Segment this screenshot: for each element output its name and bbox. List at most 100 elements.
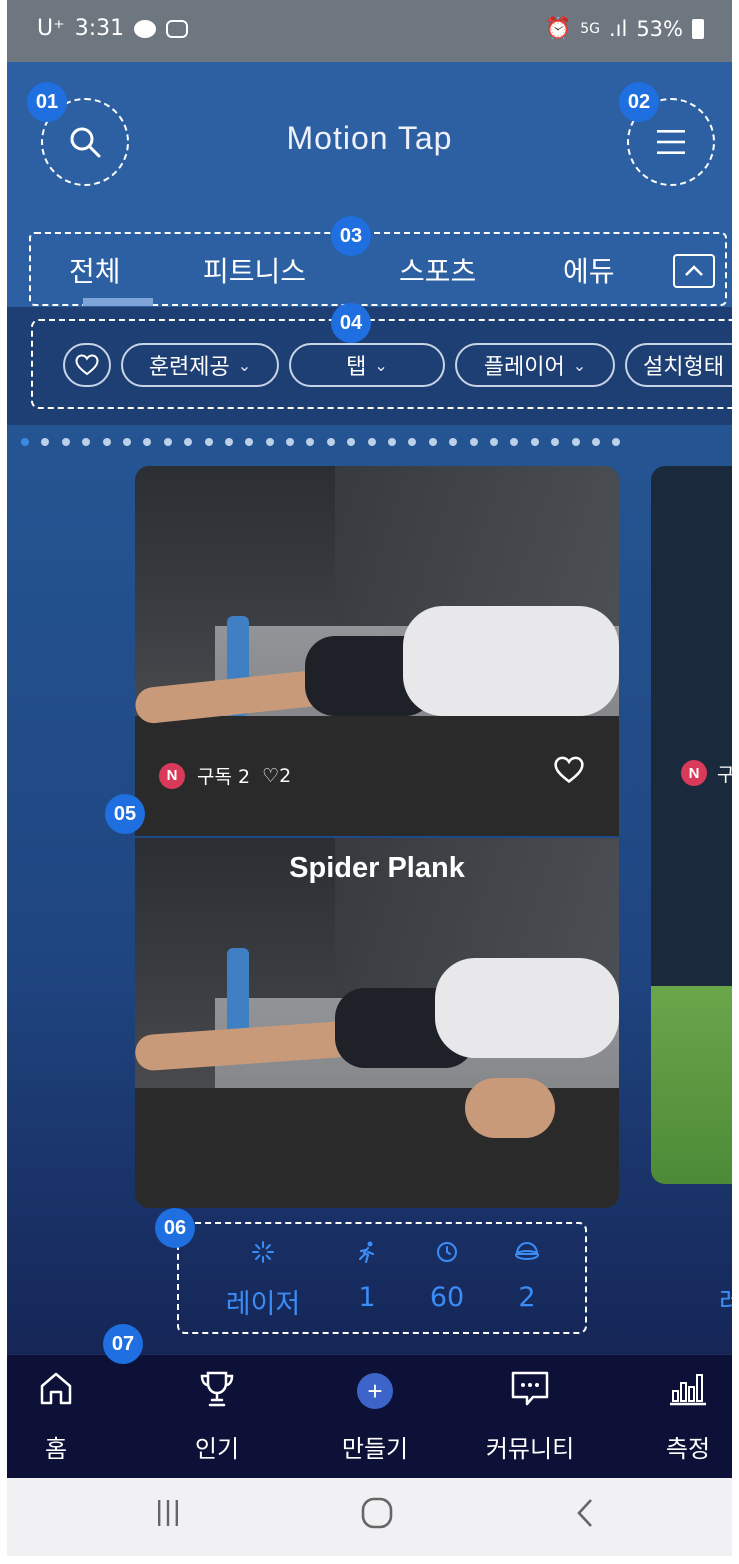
favorite-button[interactable]: [553, 756, 585, 788]
players-value: 1: [358, 1282, 376, 1313]
heart-outline-icon: [554, 756, 584, 784]
pagination-dot[interactable]: [184, 438, 193, 446]
pagination-dot[interactable]: [245, 438, 254, 446]
pagination-dot[interactable]: [265, 438, 274, 446]
app-screen: U⁺ 3:31 ⏰ 5G .ıl 53% 01 Motion Tap 02 전체…: [7, 0, 732, 1556]
home-system-button[interactable]: [359, 1496, 395, 1534]
pagination-dot[interactable]: [612, 438, 621, 446]
recent-apps-icon: [158, 1500, 178, 1526]
training-filter-chip[interactable]: 훈련제공 ⌄: [121, 343, 279, 387]
count-value: 2: [518, 1282, 536, 1313]
card-meta: N 구독 2 ♡2: [159, 762, 291, 789]
battery-percent: 53%: [636, 16, 683, 41]
pad-icon-wrap: [487, 1240, 567, 1264]
back-button[interactable]: [573, 1496, 597, 1534]
nav-popular[interactable]: 인기: [162, 1355, 272, 1479]
pagination-dot[interactable]: [510, 438, 519, 446]
nav-home-label: 홈: [44, 1435, 68, 1463]
recent-apps-button[interactable]: [155, 1496, 181, 1534]
tab-fitness[interactable]: 피트니스: [203, 250, 306, 290]
nav-community[interactable]: 커뮤니티: [475, 1355, 585, 1479]
favorite-filter-chip[interactable]: [63, 343, 111, 387]
trophy-icon-wrap: [162, 1369, 272, 1409]
pagination-dot[interactable]: [551, 438, 560, 446]
clock-icon-wrap: [407, 1240, 487, 1264]
nav-create[interactable]: + 만들기: [320, 1355, 430, 1479]
filter-chip-group: 훈련제공 ⌄ 탭 ⌄ 플레이어 ⌄ 설치형태: [31, 319, 732, 409]
tap-filter-chip[interactable]: 탭 ⌄: [289, 343, 445, 387]
badge-search: 01: [27, 82, 67, 122]
subscriber-count: 구독 2: [197, 766, 251, 788]
tab-edu[interactable]: 에듀: [563, 250, 615, 290]
tap-pad-icon: [515, 1241, 539, 1260]
clock-icon: [437, 1242, 457, 1262]
category-tabs: 전체 피트니스 스포츠 에듀: [29, 232, 727, 306]
tab-sports[interactable]: 스포츠: [399, 250, 476, 290]
player-filter-label: 플레이어: [483, 355, 565, 380]
back-chevron-icon: [577, 1499, 592, 1527]
card-thumbnail-bottom: [135, 838, 619, 1208]
pagination-dot[interactable]: [224, 438, 233, 446]
knee-shape: [465, 1078, 555, 1138]
chat-notification-icon: [134, 19, 157, 38]
nav-measure[interactable]: 측정: [633, 1355, 732, 1479]
pagination-dot[interactable]: [388, 438, 397, 446]
pagination-dot[interactable]: [408, 438, 417, 446]
time-value: 60: [429, 1282, 465, 1313]
pagination-dot[interactable]: [326, 438, 335, 446]
alarm-icon: ⏰: [545, 16, 572, 40]
clock: 3:31: [74, 16, 125, 41]
pagination-dot[interactable]: [428, 438, 437, 446]
home-icon: [40, 1372, 72, 1405]
next-sensor-value: 레: [719, 1287, 732, 1318]
app-title: Motion Tap: [286, 120, 453, 156]
player-filter-chip[interactable]: 플레이어 ⌄: [455, 343, 615, 387]
pagination-dot[interactable]: [469, 438, 478, 446]
badge-menu: 02: [619, 82, 659, 122]
chat-icon: [511, 1371, 549, 1406]
pagination-dot[interactable]: [591, 438, 600, 446]
content-card[interactable]: N 구독 2 ♡2 Spider Plank: [135, 466, 619, 1208]
active-tab-indicator: [83, 298, 153, 306]
heart-outline-icon: [75, 354, 99, 376]
install-type-filter-chip[interactable]: 설치형태: [625, 343, 732, 387]
pagination-dot[interactable]: [530, 438, 539, 446]
chevron-down-icon: ⌄: [374, 355, 388, 375]
pagination-dot[interactable]: [82, 438, 91, 446]
bottom-navigation: 홈 인기 + 만들기 커뮤니티 측정: [7, 1354, 732, 1479]
tab-all[interactable]: 전체: [69, 250, 121, 290]
battery-icon: [692, 18, 704, 39]
like-count: ♡2: [262, 764, 292, 787]
status-right: ⏰ 5G .ıl 53%: [545, 16, 704, 41]
pagination-dot[interactable]: [306, 438, 315, 446]
pagination-dot[interactable]: [143, 438, 152, 446]
hamburger-icon: [657, 130, 685, 154]
pagination-dot[interactable]: [41, 438, 50, 446]
pagination-dot[interactable]: [449, 438, 458, 446]
badge-stats: 06: [155, 1208, 195, 1248]
pagination-dot[interactable]: [61, 438, 70, 446]
chevron-down-icon: ⌄: [572, 355, 587, 375]
network-label: 5G: [580, 20, 600, 37]
creator-avatar: N: [681, 760, 707, 786]
pagination-dot[interactable]: [489, 438, 498, 446]
sensor-value: 레이저: [225, 1289, 301, 1320]
pagination-dot[interactable]: [347, 438, 356, 446]
bar-chart-icon: [670, 1374, 706, 1406]
pagination-dot[interactable]: [571, 438, 580, 446]
pagination-dot[interactable]: [21, 438, 29, 446]
nav-measure-label: 측정: [665, 1435, 711, 1463]
pagination-dot[interactable]: [102, 438, 111, 446]
pagination-dot[interactable]: [122, 438, 131, 446]
pagination-dot[interactable]: [367, 438, 376, 446]
laser-icon-wrap: [217, 1240, 309, 1264]
nav-create-label: 만들기: [341, 1435, 409, 1463]
pagination-dot[interactable]: [163, 438, 172, 446]
pagination-dot[interactable]: [286, 438, 295, 446]
carrier-label: U⁺: [37, 16, 65, 41]
app-header: 01 Motion Tap 02 전체 피트니스 스포츠 에듀 03: [7, 62, 732, 307]
pagination-dot[interactable]: [204, 438, 213, 446]
nav-home[interactable]: 홈: [7, 1355, 111, 1479]
next-content-card[interactable]: N 구: [651, 466, 732, 1184]
collapse-tabs-button[interactable]: [673, 254, 715, 288]
